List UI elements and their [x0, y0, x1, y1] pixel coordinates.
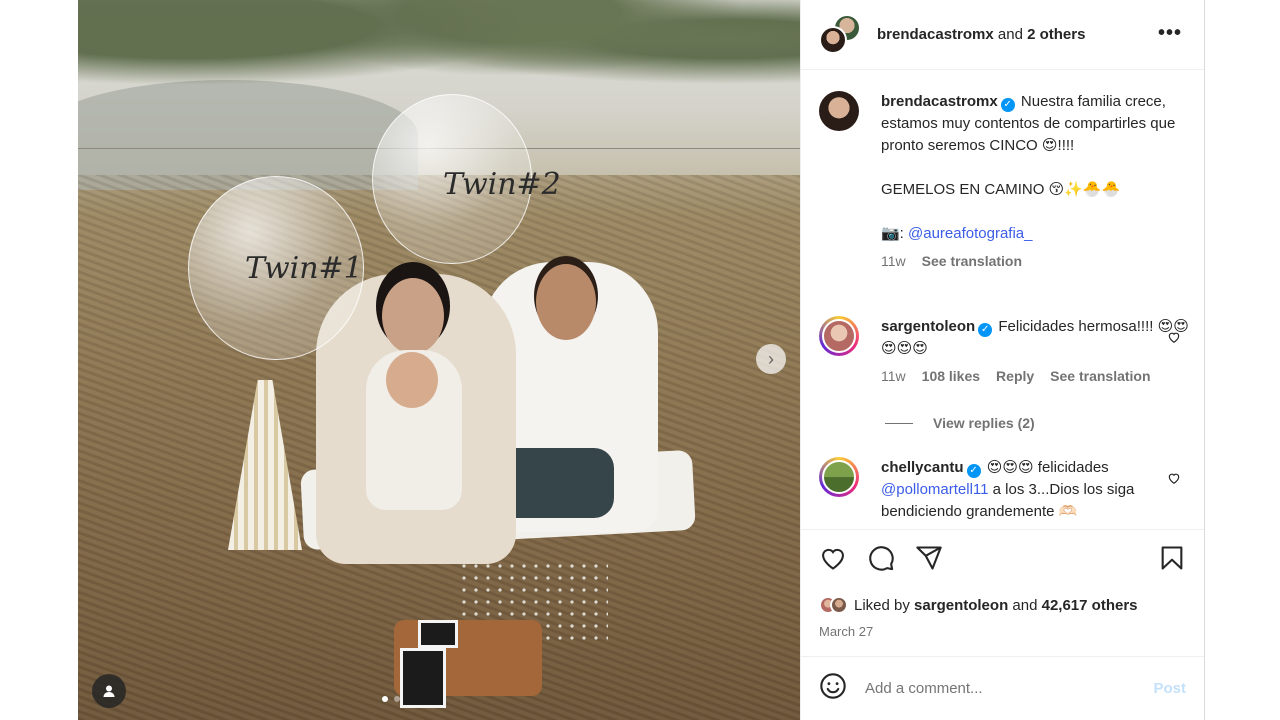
photo-ultrasound-2 [400, 648, 446, 708]
comment-input[interactable] [865, 680, 1154, 697]
post-comment-button[interactable]: Post [1153, 680, 1186, 697]
verified-icon: ✓ [978, 323, 993, 337]
more-icon: ••• [1157, 22, 1182, 44]
avatar[interactable] [819, 316, 859, 356]
heart-icon [1168, 473, 1180, 484]
caption-text: brendacastromx ✓ Nuestra familia crece, e… [881, 91, 1189, 245]
photo-ultrasound-1 [418, 620, 458, 648]
carousel-dots [382, 696, 400, 702]
caption-meta: 11w See translation [881, 253, 1189, 269]
comment-body: 😍😍😍 felicidades [986, 459, 1109, 476]
verified-icon: ✓ [966, 464, 981, 478]
comment-username[interactable]: chellycantu [881, 459, 964, 476]
comment-mention[interactable]: @pollomartell11 [881, 481, 989, 498]
caption: brendacastromx ✓ Nuestra familia crece, e… [819, 91, 1189, 269]
post-header: brendacastromx and 2 others ••• [801, 0, 1204, 70]
add-comment-bar: Post [801, 656, 1204, 720]
share-icon [916, 546, 942, 570]
liked-by: Liked by sargentoleon and 42,617 others [819, 596, 1138, 614]
see-translation-link[interactable]: See translation [922, 253, 1022, 269]
comment-like-button[interactable] [1167, 471, 1181, 490]
view-replies-button[interactable]: View replies (2) [885, 415, 1035, 431]
heart-icon [1168, 332, 1180, 343]
avatar [830, 596, 848, 614]
balloon-1-text: Twin#1 [245, 251, 363, 286]
caption-time[interactable]: 11w [881, 253, 906, 269]
post-photo[interactable]: Twin#1 Twin#2 › [78, 0, 800, 720]
carousel-dot-active [382, 696, 388, 702]
post-side-panel: brendacastromx and 2 others ••• brendaca… [800, 0, 1205, 720]
comment-time[interactable]: 11w [881, 368, 906, 384]
emoji-button[interactable] [819, 672, 865, 705]
comment-text: sargentoleon ✓ Felicidades hermosa!!!! 😍😍… [881, 316, 1189, 360]
liked-by-and: and [1012, 596, 1038, 614]
avatar [819, 25, 847, 54]
comments-list[interactable]: brendacastromx ✓ Nuestra familia crece, e… [801, 71, 1204, 529]
verified-icon: ✓ [1000, 98, 1015, 112]
chevron-right-icon: › [768, 348, 774, 369]
reply-button[interactable]: Reply [996, 368, 1034, 384]
user-tag-icon [103, 685, 115, 697]
caption-mention[interactable]: @aureafotografia_ [908, 225, 1032, 242]
view-replies-label: View replies (2) [933, 415, 1035, 431]
comment-like-button[interactable] [1167, 330, 1181, 349]
like-button[interactable] [819, 544, 847, 577]
author-avatars[interactable] [819, 13, 861, 56]
share-button[interactable] [915, 544, 943, 577]
photo-baby [366, 350, 462, 510]
authors-others[interactable]: 2 others [1027, 26, 1085, 43]
balloon-2-text: Twin#2 [443, 167, 561, 202]
caption-username[interactable]: brendacastromx [881, 93, 998, 110]
post-actions: Liked by sargentoleon and 42,617 others … [801, 529, 1204, 659]
comment: chellycantu ✓ 😍😍😍 felicidades @pollomarte… [819, 457, 1189, 523]
liked-by-user[interactable]: sargentoleon [914, 597, 1008, 614]
comment-text: chellycantu ✓ 😍😍😍 felicidades @pollomarte… [881, 457, 1189, 523]
save-icon [1161, 546, 1183, 570]
more-options-button[interactable]: ••• [1158, 22, 1182, 45]
emoji-icon [820, 673, 846, 699]
avatar[interactable] [819, 457, 859, 497]
action-icons [819, 544, 943, 577]
save-button[interactable] [1158, 544, 1186, 577]
caption-body-2: GEMELOS EN CAMINO 😚✨🐣🐣 [881, 181, 1121, 198]
see-translation-link[interactable]: See translation [1050, 368, 1150, 384]
tagged-users-button[interactable] [92, 674, 126, 708]
comment-button[interactable] [867, 544, 895, 577]
comment-username[interactable]: sargentoleon [881, 318, 975, 335]
heart-icon [822, 548, 844, 570]
balloon-twin-1: Twin#1 [188, 176, 364, 360]
comment-meta: 11w 108 likes Reply See translation [881, 368, 1189, 384]
comment: sargentoleon ✓ Felicidades hermosa!!!! 😍😍… [819, 316, 1189, 384]
caption-camera: 📷: [881, 225, 909, 242]
post-authors: brendacastromx and 2 others [877, 26, 1085, 43]
carousel-next-button[interactable]: › [756, 344, 786, 374]
liked-by-prefix: Liked by [854, 596, 910, 614]
likes-count[interactable]: 42,617 others [1042, 597, 1138, 614]
author-username[interactable]: brendacastromx [877, 26, 994, 43]
balloon-twin-2: Twin#2 [372, 94, 561, 264]
view-replies-dash [885, 422, 913, 424]
carousel-dot [394, 696, 400, 702]
comment-icon [869, 546, 894, 571]
post-date[interactable]: March 27 [819, 624, 873, 639]
comment-likes[interactable]: 108 likes [922, 368, 980, 384]
avatar[interactable] [819, 91, 859, 131]
authors-and: and [993, 26, 1028, 43]
